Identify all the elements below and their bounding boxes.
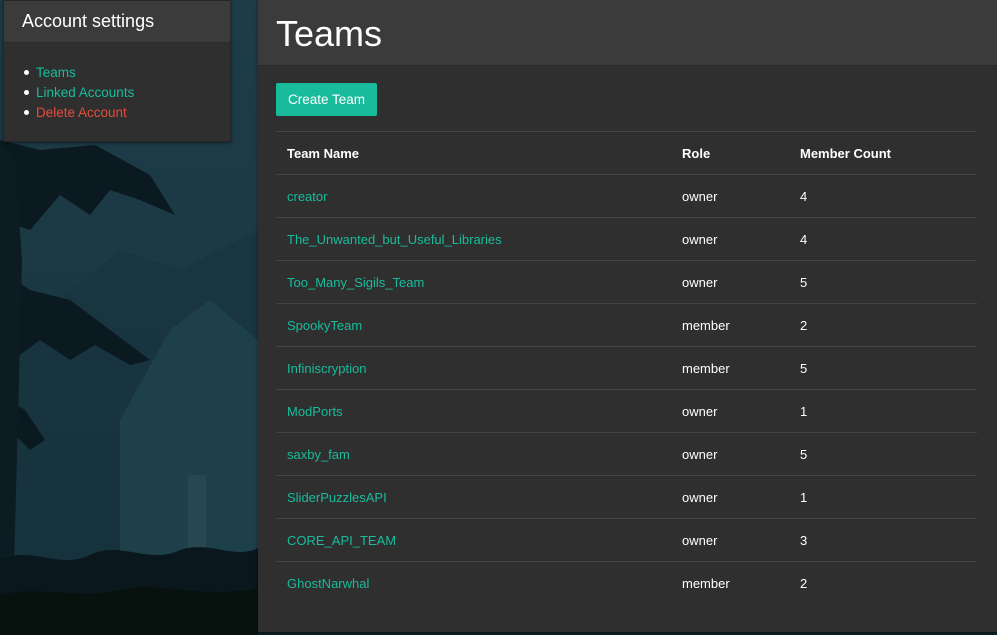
sidebar-item-delete-account: Delete Account	[24, 102, 230, 122]
member-count-cell: 3	[789, 518, 977, 562]
create-team-button[interactable]: Create Team	[276, 83, 378, 116]
table-row: CORE_API_TEAM owner 3	[276, 518, 977, 562]
bullet-icon	[24, 69, 29, 75]
team-link[interactable]: saxby_fam	[287, 447, 350, 462]
table-row: creator owner 4	[276, 174, 977, 218]
member-count-cell: 1	[789, 475, 977, 519]
team-name-cell: creator	[276, 174, 671, 218]
member-count-cell: 5	[789, 432, 977, 476]
sidebar-link-delete-account[interactable]: Delete Account	[36, 105, 127, 120]
team-link[interactable]: SliderPuzzlesAPI	[287, 490, 387, 505]
team-link[interactable]: Too_Many_Sigils_Team	[287, 275, 424, 290]
teams-table: Team Name Role Member Count creator owne…	[276, 131, 977, 604]
team-link[interactable]: SpookyTeam	[287, 318, 362, 333]
member-count-cell: 1	[789, 389, 977, 433]
table-row: SliderPuzzlesAPI owner 1	[276, 475, 977, 519]
bullet-icon	[24, 109, 29, 115]
table-header-row: Team Name Role Member Count	[276, 131, 977, 175]
role-cell: owner	[671, 389, 789, 433]
role-cell: member	[671, 303, 789, 347]
team-name-cell: saxby_fam	[276, 432, 671, 476]
table-row: Too_Many_Sigils_Team owner 5	[276, 260, 977, 304]
bullet-icon	[24, 89, 29, 95]
sidebar-link-teams[interactable]: Teams	[36, 65, 76, 80]
role-cell: owner	[671, 260, 789, 304]
table-row: saxby_fam owner 5	[276, 432, 977, 476]
member-count-cell: 2	[789, 561, 977, 604]
member-count-cell: 5	[789, 260, 977, 304]
member-count-cell: 4	[789, 174, 977, 218]
sidebar-link-linked-accounts[interactable]: Linked Accounts	[36, 85, 134, 100]
team-link[interactable]: ModPorts	[287, 404, 343, 419]
table-row: Infiniscryption member 5	[276, 346, 977, 390]
sidebar-item-teams: Teams	[24, 62, 230, 82]
column-header-role: Role	[671, 131, 789, 175]
role-cell: owner	[671, 518, 789, 562]
team-name-cell: SpookyTeam	[276, 303, 671, 347]
teams-panel: Teams Create Team Team Name Role Member …	[258, 0, 997, 632]
role-cell: owner	[671, 432, 789, 476]
team-name-cell: GhostNarwhal	[276, 561, 671, 604]
table-row: SpookyTeam member 2	[276, 303, 977, 347]
team-link[interactable]: creator	[287, 189, 327, 204]
team-name-cell: Infiniscryption	[276, 346, 671, 390]
team-name-cell: The_Unwanted_but_Useful_Libraries	[276, 217, 671, 261]
column-header-member-count: Member Count	[789, 131, 977, 175]
table-row: The_Unwanted_but_Useful_Libraries owner …	[276, 217, 977, 261]
member-count-cell: 2	[789, 303, 977, 347]
sidebar-nav-list: Teams Linked Accounts Delete Account	[4, 43, 230, 122]
team-name-cell: CORE_API_TEAM	[276, 518, 671, 562]
sidebar-item-linked-accounts: Linked Accounts	[24, 82, 230, 102]
sidebar-title: Account settings	[4, 1, 230, 43]
team-name-cell: SliderPuzzlesAPI	[276, 475, 671, 519]
team-link[interactable]: The_Unwanted_but_Useful_Libraries	[287, 232, 502, 247]
team-link[interactable]: GhostNarwhal	[287, 576, 369, 591]
role-cell: owner	[671, 217, 789, 261]
account-settings-sidebar: Account settings Teams Linked Accounts D…	[3, 0, 231, 142]
role-cell: member	[671, 346, 789, 390]
role-cell: owner	[671, 475, 789, 519]
table-row: GhostNarwhal member 2	[276, 561, 977, 604]
teams-panel-header: Teams	[258, 0, 997, 66]
team-name-cell: ModPorts	[276, 389, 671, 433]
page-title: Teams	[276, 12, 383, 54]
member-count-cell: 4	[789, 217, 977, 261]
role-cell: member	[671, 561, 789, 604]
team-link[interactable]: CORE_API_TEAM	[287, 533, 396, 548]
member-count-cell: 5	[789, 346, 977, 390]
table-row: ModPorts owner 1	[276, 389, 977, 433]
team-link[interactable]: Infiniscryption	[287, 361, 366, 376]
team-name-cell: Too_Many_Sigils_Team	[276, 260, 671, 304]
column-header-team-name: Team Name	[276, 131, 671, 175]
role-cell: owner	[671, 174, 789, 218]
